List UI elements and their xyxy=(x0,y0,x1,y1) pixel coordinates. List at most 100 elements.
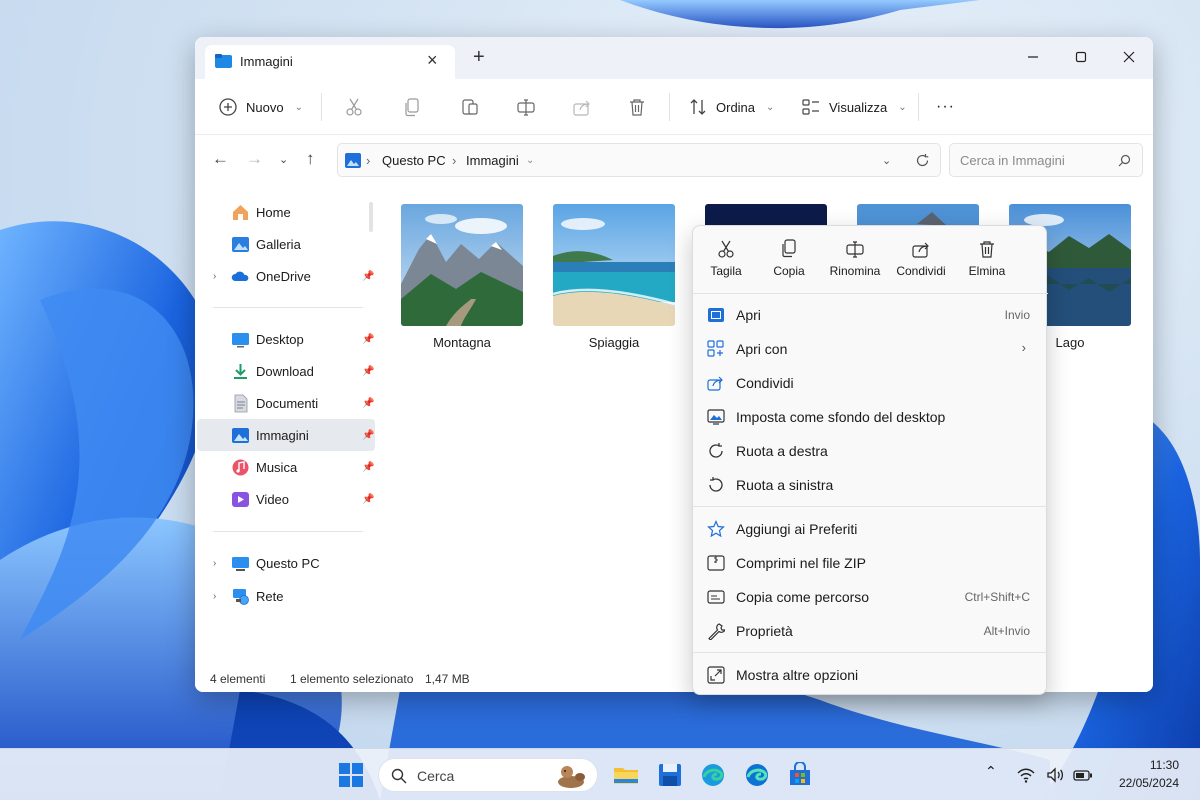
share-icon xyxy=(707,376,723,391)
pin-icon[interactable]: 📌 xyxy=(362,271,374,282)
sidebar-item-download[interactable]: Download 📌 xyxy=(197,355,375,387)
share-button[interactable] xyxy=(571,93,593,121)
title-bar: Immagini × + xyxy=(195,37,1153,79)
edge-icon[interactable] xyxy=(700,762,726,788)
selection-count: 1 elemento selezionato xyxy=(290,672,414,686)
menu-item-shortcut: Alt+Invio xyxy=(983,624,1030,638)
view-button[interactable]: Visualizza ⌄ xyxy=(800,93,907,121)
cut-action[interactable]: Tagila xyxy=(693,236,759,286)
pin-icon[interactable]: 📌 xyxy=(362,494,374,505)
forward-arrow-icon[interactable]: → xyxy=(246,149,263,169)
trash-icon xyxy=(630,99,644,116)
chevron-right-icon[interactable]: › xyxy=(213,558,216,569)
chevron-up-icon[interactable]: ⌃ xyxy=(985,763,1005,783)
menu-item-open-with[interactable]: Apri con › xyxy=(697,333,1042,365)
sidebar-item-documents[interactable]: Documenti 📌 xyxy=(197,387,375,419)
more-options-button[interactable]: ··· xyxy=(936,93,955,121)
close-window-button[interactable] xyxy=(1109,43,1149,71)
view-label: Visualizza xyxy=(829,99,888,115)
toolbar-divider xyxy=(321,93,322,121)
delete-action[interactable]: Elmina xyxy=(954,236,1020,286)
close-tab-icon[interactable]: × xyxy=(427,51,438,69)
minimize-icon xyxy=(1028,56,1038,58)
menu-item-share[interactable]: Condividi xyxy=(697,367,1042,399)
menu-item-open[interactable]: Apri Invio xyxy=(697,299,1042,331)
file-thumbnail-spiaggia[interactable] xyxy=(553,204,675,326)
paste-button[interactable] xyxy=(459,93,481,121)
maximize-icon xyxy=(1075,51,1087,63)
copy-action[interactable]: Copia xyxy=(756,236,822,286)
copy-button[interactable] xyxy=(402,93,424,121)
tab-title: Immagini xyxy=(240,54,293,69)
edge-beta-icon[interactable] xyxy=(744,762,770,788)
file-thumbnail-montagna[interactable] xyxy=(401,204,523,326)
sidebar-item-video[interactable]: Video 📌 xyxy=(197,483,375,515)
recent-locations-icon[interactable]: ⌄ xyxy=(279,153,288,166)
menu-item-copy-path[interactable]: Copia come percorso Ctrl+Shift+C xyxy=(697,581,1042,613)
new-tab-button[interactable]: + xyxy=(473,47,485,67)
battery-icon[interactable] xyxy=(1073,765,1093,785)
clock-time[interactable]: 11:30 xyxy=(1135,758,1179,772)
sidebar-item-pictures[interactable]: Immagini 📌 xyxy=(197,419,375,451)
volume-icon[interactable] xyxy=(1045,765,1065,785)
sidebar-item-music[interactable]: Musica 📌 xyxy=(197,451,375,483)
pin-icon[interactable]: 📌 xyxy=(362,334,374,345)
start-button-icon[interactable] xyxy=(338,762,364,788)
store-icon[interactable] xyxy=(787,762,813,788)
address-bar[interactable]: › Questo PC › Immagini ⌄ ⌄ xyxy=(337,143,941,177)
up-arrow-icon[interactable]: ↑ xyxy=(306,149,315,169)
chevron-right-icon[interactable]: › xyxy=(213,271,216,282)
pin-icon[interactable]: 📌 xyxy=(362,366,374,377)
paste-icon xyxy=(462,99,478,115)
clock-date[interactable]: 22/05/2024 xyxy=(1109,776,1179,790)
chevron-down-icon[interactable]: ⌄ xyxy=(526,155,534,166)
rotate-left-icon xyxy=(709,477,723,492)
menu-item-label: Ruota a sinistra xyxy=(736,477,834,493)
pin-icon[interactable]: 📌 xyxy=(362,430,374,441)
sort-button[interactable]: Ordina ⌄ xyxy=(687,93,774,121)
maximize-button[interactable] xyxy=(1061,43,1101,71)
breadcrumb-pictures[interactable]: Immagini xyxy=(466,153,519,168)
taskbar: Cerca ⌃ 11:30 22/05/2024 xyxy=(0,748,1200,800)
sidebar-item-gallery[interactable]: Galleria xyxy=(197,228,375,260)
back-arrow-icon[interactable]: ← xyxy=(212,149,229,169)
minimize-button[interactable] xyxy=(1013,43,1053,71)
new-button[interactable]: Nuovo ⌄ xyxy=(217,93,303,121)
sort-label: Ordina xyxy=(716,99,756,115)
menu-item-compress-zip[interactable]: Comprimi nel file ZIP xyxy=(697,547,1042,579)
menu-item-rotate-left[interactable]: Ruota a sinistra xyxy=(697,469,1042,501)
breadcrumb-this-pc[interactable]: Questo PC xyxy=(382,153,446,168)
rename-button[interactable] xyxy=(515,93,537,121)
cut-button[interactable] xyxy=(343,93,365,121)
sidebar-item-this-pc[interactable]: › Questo PC xyxy=(197,547,375,579)
tab-immagini[interactable]: Immagini × xyxy=(205,45,455,79)
taskbar-search-box[interactable]: Cerca xyxy=(378,758,598,792)
menu-item-more-options[interactable]: Mostra altre opzioni xyxy=(697,659,1042,691)
sidebar-item-network[interactable]: › Rete xyxy=(197,580,375,612)
menu-item-properties[interactable]: Proprietà Alt+Invio xyxy=(697,615,1042,647)
search-input[interactable]: Cerca in Immagini xyxy=(949,143,1143,177)
pin-icon[interactable]: 📌 xyxy=(362,398,374,409)
delete-button[interactable] xyxy=(626,93,648,121)
view-icon xyxy=(802,99,819,115)
sidebar-item-desktop[interactable]: Desktop 📌 xyxy=(197,323,375,355)
menu-item-rotate-right[interactable]: Ruota a destra xyxy=(697,435,1042,467)
video-icon xyxy=(232,491,249,507)
chevron-right-icon[interactable]: › xyxy=(213,591,216,602)
share-action[interactable]: Condividi xyxy=(888,236,954,286)
refresh-icon[interactable] xyxy=(915,153,930,168)
menu-item-label: Aggiungi ai Preferiti xyxy=(736,521,858,537)
wifi-icon[interactable] xyxy=(1016,765,1036,785)
pin-icon[interactable]: 📌 xyxy=(362,462,374,473)
pictures-icon xyxy=(345,153,361,168)
address-history-chevron-icon[interactable]: ⌄ xyxy=(882,154,891,167)
save-icon[interactable] xyxy=(657,762,683,788)
file-explorer-icon[interactable] xyxy=(613,762,639,788)
menu-item-add-favorites[interactable]: Aggiungi ai Preferiti xyxy=(697,513,1042,545)
menu-item-set-wallpaper[interactable]: Imposta come sfondo del desktop xyxy=(697,401,1042,433)
rename-action[interactable]: Rinomina xyxy=(822,236,888,286)
sidebar-item-onedrive[interactable]: › OneDrive 📌 xyxy=(197,260,375,292)
sidebar-item-home[interactable]: Home xyxy=(197,196,375,228)
sidebar-item-label: Documenti xyxy=(256,395,319,411)
copy-path-icon xyxy=(707,590,725,604)
